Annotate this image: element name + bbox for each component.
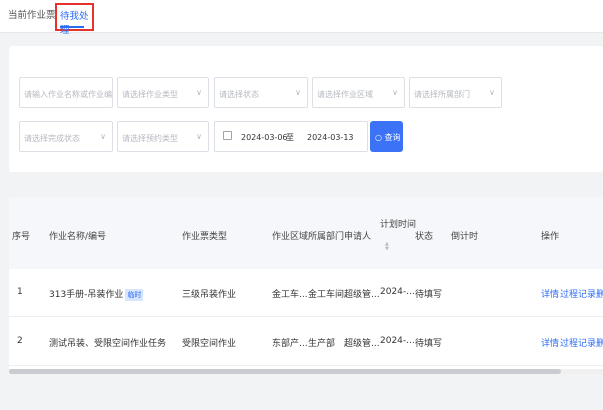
area-select[interactable]: 请选择作业区域 ∨ — [312, 77, 405, 108]
header-area: 作业区域 — [272, 232, 309, 242]
header-actions: 操作 — [541, 232, 560, 242]
cell-status: 待填写 — [415, 339, 443, 349]
cell-area: 东部产... — [272, 339, 308, 349]
header-planned-time[interactable]: 计划时间 — [380, 217, 416, 230]
delete-link[interactable]: 删 — [596, 287, 603, 300]
cell-ticket-type: 三级吊装作业 — [182, 290, 237, 300]
cell-index: 1 — [17, 287, 23, 297]
job-type-placeholder: 请选择作业类型 — [122, 90, 178, 99]
horizontal-scrollbar-thumb[interactable] — [9, 369, 561, 374]
reservation-type-select[interactable]: 请选择预约类型 ∨ — [117, 121, 209, 152]
cell-applicant: 超级管... — [344, 290, 380, 300]
cell-planned-time: 2024-... — [380, 336, 415, 346]
status-select[interactable]: 请选择状态 ∨ — [214, 77, 308, 108]
chevron-down-icon: ∨ — [489, 88, 495, 97]
details-link[interactable]: 详情 — [541, 336, 559, 349]
sort-arrows-icon[interactable]: ▲ ▼ — [385, 242, 389, 252]
temporary-tag: 临时 — [125, 289, 144, 301]
date-range-picker[interactable]: 2024-03-06 至 2024-03-13 — [214, 121, 368, 152]
job-name-text: 313手册-吊装作业 — [49, 290, 124, 300]
search-icon: ○ — [375, 133, 382, 142]
cell-status: 待填写 — [415, 290, 443, 300]
complete-status-select[interactable]: 请选择完成状态 ∨ — [19, 121, 113, 152]
cell-department: 金工车间 — [308, 290, 345, 300]
tab-pending-tasks[interactable]: 待我处理 — [55, 3, 94, 36]
header-countdown: 倒计时 — [451, 232, 479, 242]
table-row: 2 测试吊装、受限空间作业任务 受限空间作业 东部产... 生产部 超级管...… — [9, 318, 603, 366]
cell-planned-time: 2024-... — [380, 287, 415, 297]
date-end: 2024-03-13 — [307, 133, 354, 142]
cell-index: 2 — [17, 336, 23, 346]
filter-panel: 请输入作业名称或作业编号 请选择作业类型 ∨ 请选择状态 ∨ 请选择作业区域 ∨… — [9, 46, 603, 172]
job-type-select[interactable]: 请选择作业类型 ∨ — [117, 77, 209, 108]
cell-job-name: 测试吊装、受限空间作业任务 — [49, 339, 167, 349]
cell-area: 金工车... — [272, 290, 308, 300]
department-select[interactable]: 请选择所属部门 ∨ — [409, 77, 502, 108]
cell-applicant: 超级管... — [344, 339, 380, 349]
calendar-icon — [223, 131, 232, 140]
details-link[interactable]: 详情 — [541, 287, 559, 300]
job-name-input[interactable]: 请输入作业名称或作业编号 — [19, 77, 113, 108]
date-start: 2024-03-06 — [241, 133, 288, 142]
header-ticket-type: 作业票类型 — [182, 232, 228, 242]
table-row: 1 313手册-吊装作业 临时 三级吊装作业 金工车... 金工车间 超级管...… — [9, 269, 603, 317]
tab-pending-tasks-label: 待我处理 — [60, 11, 89, 36]
date-separator: 至 — [286, 133, 294, 142]
status-placeholder: 请选择状态 — [219, 90, 259, 99]
job-name-placeholder: 请输入作业名称或作业编号 — [24, 90, 113, 99]
query-button-label: 查询 — [384, 133, 401, 142]
cell-ticket-type: 受限空间作业 — [182, 339, 237, 349]
tickets-table: 序号 作业名称/编号 作业票类型 作业区域 所属部门 申请人 计划时间 ▲ ▼ 状… — [9, 197, 603, 371]
chevron-down-icon: ∨ — [392, 88, 398, 97]
area-placeholder: 请选择作业区域 — [317, 90, 373, 99]
header-applicant: 申请人 — [344, 232, 372, 242]
department-placeholder: 请选择所属部门 — [414, 90, 470, 99]
chevron-down-icon: ∨ — [100, 132, 106, 141]
process-record-link[interactable]: 过程记录 — [560, 336, 596, 349]
cell-department: 生产部 — [308, 339, 336, 349]
header-department: 所属部门 — [308, 232, 345, 242]
complete-status-placeholder: 请选择完成状态 — [24, 134, 80, 143]
active-tab-underline — [60, 26, 84, 28]
header-status: 状态 — [415, 232, 434, 242]
cell-job-name: 313手册-吊装作业 临时 — [49, 287, 144, 301]
table-header: 序号 作业名称/编号 作业票类型 作业区域 所属部门 申请人 计划时间 ▲ ▼ 状… — [9, 197, 603, 269]
header-job-name: 作业名称/编号 — [49, 232, 107, 242]
delete-link[interactable]: 删 — [596, 336, 603, 349]
query-button[interactable]: ○ 查询 — [370, 121, 403, 152]
tab-current-tickets[interactable]: 当前作业票 — [8, 7, 56, 21]
header-index: 序号 — [12, 232, 31, 242]
process-record-link[interactable]: 过程记录 — [560, 287, 596, 300]
chevron-down-icon: ∨ — [295, 88, 301, 97]
chevron-down-icon: ∨ — [196, 132, 202, 141]
top-tabs-bar: 当前作业票 待我处理 — [0, 0, 603, 36]
chevron-down-icon: ∨ — [196, 88, 202, 97]
reservation-type-placeholder: 请选择预约类型 — [122, 134, 178, 143]
